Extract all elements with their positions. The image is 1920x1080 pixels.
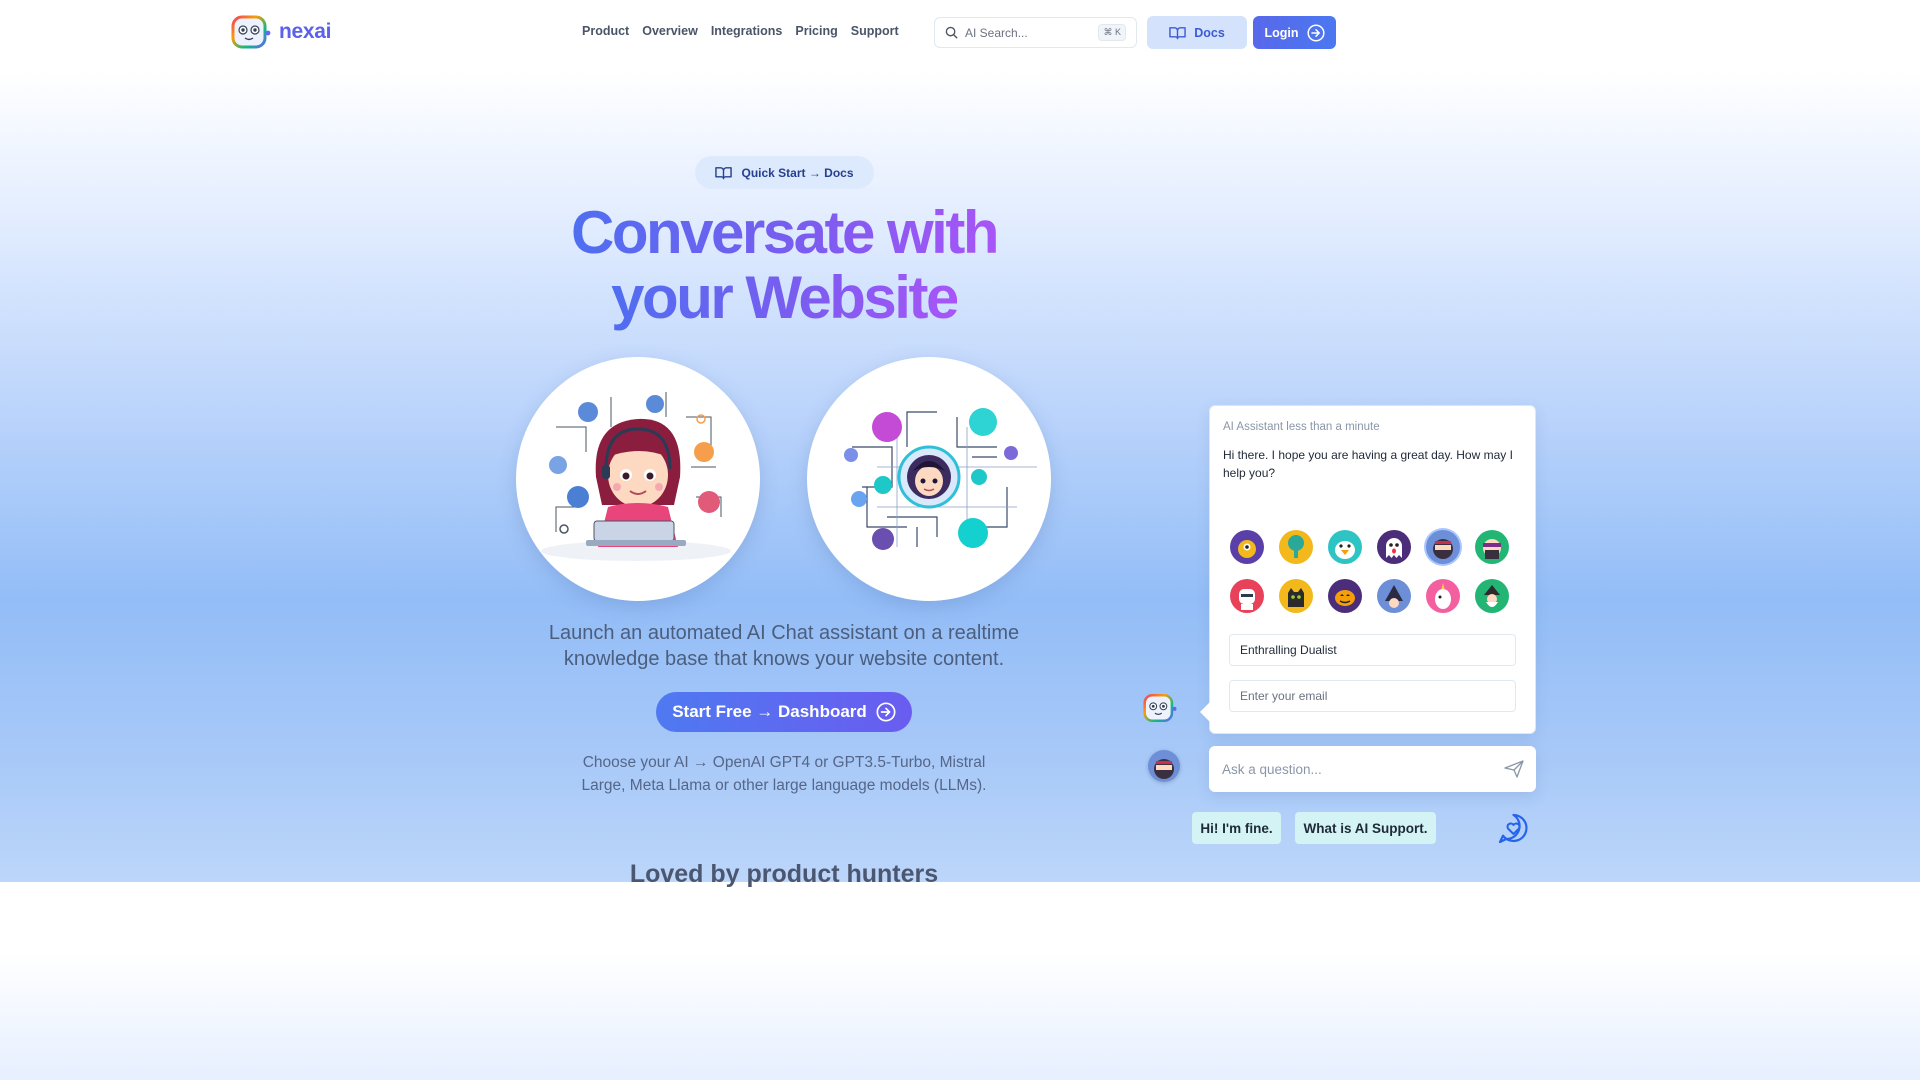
docs-button[interactable]: Docs — [1147, 16, 1247, 49]
login-button[interactable]: Login — [1253, 16, 1336, 49]
brand-name: nexai — [279, 20, 332, 43]
suggestion-chip[interactable]: What is AI Support. — [1295, 812, 1436, 844]
pumpkin-avatar-icon[interactable] — [1328, 579, 1362, 613]
brand-logo[interactable]: nexai — [231, 15, 332, 49]
top-nav: nexai Product Overview Integrations Pric… — [0, 0, 1568, 66]
headline-line-1: Conversate with — [571, 199, 999, 266]
robot-avatar-icon[interactable] — [1230, 579, 1264, 613]
suggestion-chip[interactable]: Hi! I'm fine. — [1192, 812, 1281, 844]
nav-support[interactable]: Support — [851, 24, 899, 38]
ask-placeholder: Ask a question... — [1222, 761, 1322, 777]
headline-line-2: your Website — [611, 264, 959, 331]
user-avatar-icon — [1148, 750, 1180, 782]
nav-integrations[interactable]: Integrations — [711, 24, 783, 38]
bandit-avatar-icon[interactable] — [1475, 530, 1509, 564]
login-label: Login — [1264, 25, 1299, 40]
chat-message-panel: AI Assistant less than a minute Hi there… — [1200, 405, 1536, 734]
ask-question-input[interactable]: Ask a question... — [1209, 746, 1536, 792]
unicorn-avatar-icon[interactable] — [1426, 579, 1460, 613]
witch-avatar-icon[interactable] — [1377, 579, 1411, 613]
search-placeholder: AI Search... — [965, 25, 1028, 40]
send-icon[interactable] — [1504, 760, 1524, 778]
avatar-picker — [1230, 530, 1509, 613]
search-icon — [945, 26, 958, 39]
book-icon — [1169, 26, 1186, 39]
bird-avatar-icon[interactable] — [1328, 530, 1362, 564]
model-choice-text: Choose your AI → OpenAI GPT4 or GPT3.5-T… — [581, 754, 987, 794]
hero-headline: Conversate with your Website — [484, 200, 1084, 330]
chat-girl-illustration — [516, 357, 760, 601]
start-free-dashboard-button[interactable]: Start Free → Dashboard — [656, 692, 912, 732]
ai-search-box[interactable]: AI Search... ⌘ K — [934, 17, 1137, 48]
loved-heading: Loved by product hunters — [629, 860, 939, 888]
monster-avatar-icon[interactable] — [1230, 530, 1264, 564]
name-field[interactable]: Enthralling Dualist — [1229, 634, 1516, 666]
search-shortcut: ⌘ K — [1098, 24, 1126, 41]
docs-label: Docs — [1194, 25, 1225, 40]
cta-label: Start Free → Dashboard — [672, 702, 867, 721]
pill-label: Quick Start → Docs — [741, 165, 854, 180]
ghost-avatar-icon[interactable] — [1377, 530, 1411, 564]
cat-avatar-icon[interactable] — [1279, 579, 1313, 613]
network-avatar-icon — [844, 408, 1037, 550]
ninja-avatar-icon[interactable] — [1426, 530, 1460, 564]
chat-greeting: Hi there. I hope you are having a great … — [1223, 448, 1513, 480]
book-icon — [715, 166, 733, 179]
chat-meta: AI Assistant less than a minute — [1223, 421, 1380, 433]
girl-laptop-icon — [541, 392, 731, 561]
arrow-right-circle-icon — [1306, 23, 1325, 42]
tree-avatar-icon[interactable] — [1279, 530, 1313, 564]
quick-start-docs-link[interactable]: Quick Start → Docs — [695, 156, 874, 189]
chat-heart-icon[interactable] — [1498, 813, 1529, 844]
robot-logo-icon — [231, 15, 271, 49]
assistant-avatar-icon — [1143, 693, 1177, 723]
hero-subtitle: Launch an automated AI Chat assistant on… — [548, 622, 1020, 670]
nav-product[interactable]: Product — [582, 24, 629, 38]
wizard-avatar-icon[interactable] — [1475, 579, 1509, 613]
ai-network-illustration — [807, 357, 1051, 601]
nav-overview[interactable]: Overview — [642, 24, 698, 38]
email-field[interactable]: Enter your email — [1229, 680, 1516, 712]
main-menu: Product Overview Integrations Pricing Su… — [582, 24, 899, 38]
nav-pricing[interactable]: Pricing — [795, 24, 837, 38]
arrow-right-circle-icon — [876, 702, 896, 722]
